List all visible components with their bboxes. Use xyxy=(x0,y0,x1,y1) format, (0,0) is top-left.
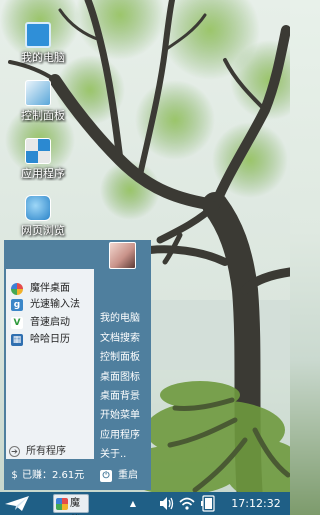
input-method-icon: g xyxy=(11,299,23,311)
start-menu-app-launcher[interactable]: V 音速启动 xyxy=(8,315,94,331)
start-button[interactable] xyxy=(2,493,32,514)
desktop-icon-my-computer[interactable]: 我的电脑 xyxy=(12,22,74,70)
menu-link-desktop-icons[interactable]: 桌面图标 xyxy=(100,370,152,386)
desktop-icon-label: 我的电脑 xyxy=(21,51,65,64)
volume-icon[interactable] xyxy=(157,492,175,515)
menu-link-control-panel[interactable]: 控制面板 xyxy=(100,350,152,366)
launcher-icon: V xyxy=(11,317,23,329)
menu-link-applications[interactable]: 应用程序 xyxy=(100,428,152,444)
restart-label: 重启 xyxy=(118,470,138,481)
tray-expand-icon[interactable]: ▲ xyxy=(127,492,139,515)
battery-icon[interactable] xyxy=(198,492,218,515)
calendar-icon: ▦ xyxy=(11,334,23,346)
menu-link-my-computer[interactable]: 我的电脑 xyxy=(100,311,152,327)
taskbar-app-moban[interactable]: 魔伴 xyxy=(53,494,89,513)
arrow-right-icon: ➔ xyxy=(9,446,20,457)
menu-link-desktop-background[interactable]: 桌面背景 xyxy=(100,389,152,405)
mobandesktop-icon xyxy=(11,283,23,295)
earnings-status: $ 已赚：2.61元 xyxy=(6,467,96,485)
menu-link-start-menu[interactable]: 开始菜单 xyxy=(100,408,152,424)
paper-plane-icon xyxy=(5,496,29,511)
computer-icon xyxy=(25,22,51,48)
menu-link-document-search[interactable]: 文档搜索 xyxy=(100,331,152,347)
start-menu-app-list: 魔伴桌面 g 光速输入法 V 音速启动 ▦ 哈哈日历 xyxy=(6,269,94,459)
power-icon: ⏻ xyxy=(100,470,112,482)
money-icon: $ xyxy=(11,470,18,481)
app-label: 哈哈日历 xyxy=(30,334,70,345)
start-menu: 魔伴桌面 g 光速输入法 V 音速启动 ▦ 哈哈日历 ➔ 所有程序 我的电脑 文… xyxy=(4,240,151,490)
menu-link-about[interactable]: 关于.. xyxy=(100,447,152,463)
desktop-icon-apps[interactable]: 应用程序 xyxy=(12,138,74,186)
start-menu-app-calendar[interactable]: ▦ 哈哈日历 xyxy=(8,332,94,348)
earnings-label: 已赚：2.61元 xyxy=(22,470,85,481)
clock[interactable]: 17:12:32 xyxy=(226,492,286,515)
apps-icon xyxy=(25,138,51,164)
browser-icon xyxy=(25,195,51,221)
taskbar-app-label: 魔伴 xyxy=(70,498,80,509)
desktop-icon-control-panel[interactable]: 控制面板 xyxy=(12,80,74,128)
restart-button[interactable]: ⏻ 重启 xyxy=(100,467,150,485)
desktop-icon-label: 网页浏览 xyxy=(21,224,65,237)
wifi-icon[interactable] xyxy=(178,492,196,515)
mobandesktop-icon xyxy=(56,498,68,510)
app-label: 魔伴桌面 xyxy=(30,283,70,294)
desktop-icon-label: 控制面板 xyxy=(21,109,65,122)
desktop-icon-label: 应用程序 xyxy=(21,167,65,180)
desktop-icon-browser[interactable]: 网页浏览 xyxy=(12,195,74,243)
taskbar: 魔伴 ▲ 17:12:32 xyxy=(0,492,290,515)
control-panel-icon xyxy=(25,80,51,106)
start-menu-app-moban[interactable]: 魔伴桌面 xyxy=(8,281,94,297)
start-menu-app-input-method[interactable]: g 光速输入法 xyxy=(8,297,94,313)
user-avatar[interactable] xyxy=(109,242,136,269)
app-label: 光速输入法 xyxy=(30,299,80,310)
all-programs-label: 所有程序 xyxy=(26,446,66,457)
app-label: 音速启动 xyxy=(30,317,70,328)
all-programs-button[interactable]: ➔ 所有程序 xyxy=(6,445,92,459)
